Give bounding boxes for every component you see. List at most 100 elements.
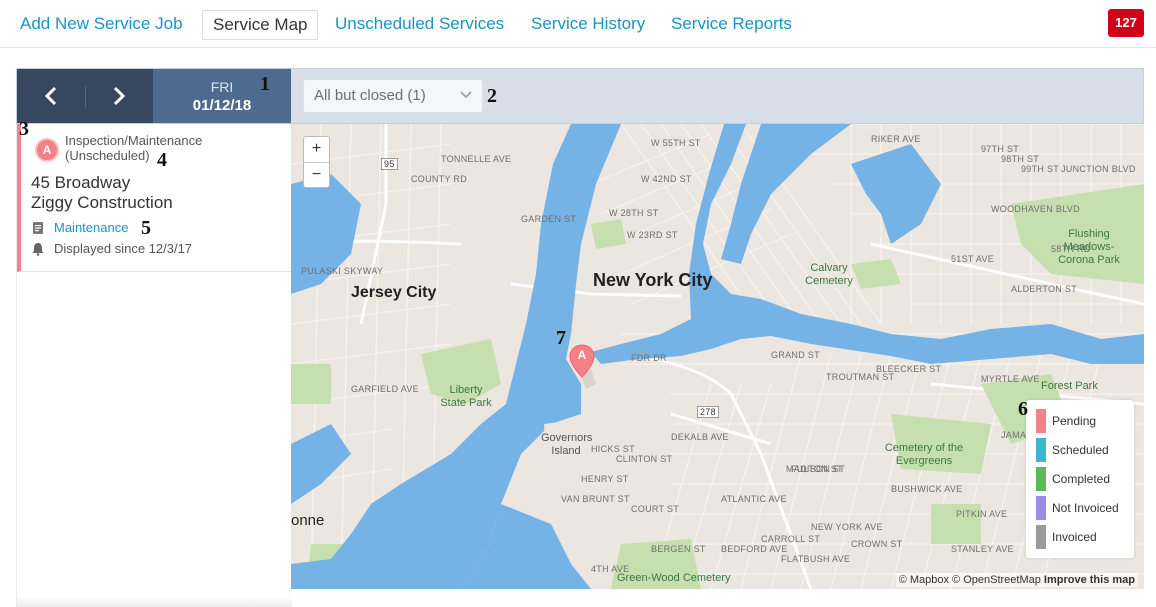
status-legend: Pending Scheduled Completed Not Invoiced…	[1026, 400, 1134, 558]
legend-item-scheduled: Scheduled	[1036, 438, 1109, 462]
map-attribution: © Mapbox © OpenStreetMap Improve this ma…	[895, 573, 1138, 587]
job-since-row: Displayed since 12/3/17	[31, 241, 192, 256]
legend-label: Completed	[1052, 472, 1111, 486]
street-label: PITKIN AVE	[956, 509, 1008, 519]
date-navigation	[17, 69, 153, 123]
street-label: NEW YORK AVE	[811, 522, 883, 532]
street-label: RIKER AVE	[871, 134, 921, 144]
area-label-evergreens: Cemetery of the Evergreens	[884, 442, 964, 467]
status-filter-select[interactable]: All but closed (1)	[303, 79, 483, 113]
street-label: 98TH ST	[1001, 154, 1040, 164]
annotation-number: 3	[19, 118, 29, 140]
street-label: W 23RD ST	[627, 230, 678, 240]
street-label: ALDERTON ST	[1011, 284, 1077, 294]
street-label: BUSHWICK AVE	[891, 484, 963, 494]
legend-label: Scheduled	[1052, 443, 1109, 457]
street-label: FLATBUSH AVE	[781, 554, 851, 564]
job-company: Ziggy Construction	[31, 193, 173, 212]
street-label: COURT ST	[631, 504, 680, 514]
zoom-out-button[interactable]: −	[304, 162, 329, 187]
street-label: GARFIELD AVE	[351, 384, 419, 394]
area-label-flushing: Flushing Meadows-Corona Park	[1058, 228, 1120, 266]
street-label: COUNTY RD	[411, 174, 468, 184]
job-displayed-since: Displayed since 12/3/17	[54, 241, 193, 256]
job-card[interactable]: A Inspection/Maintenance (Unscheduled) 4…	[17, 124, 292, 272]
street-label: 97TH ST	[981, 144, 1020, 154]
neighborhood-label: onne	[291, 512, 325, 529]
area-label-governors-island: Governors Island	[541, 432, 593, 457]
street-label: HENRY ST	[581, 474, 629, 484]
street-label: TROUTMAN ST	[826, 372, 895, 382]
street-label: MADISON ST	[786, 464, 846, 474]
street-label: DEKALB AVE	[671, 432, 729, 442]
date-picker[interactable]: FRI 01/12/18	[153, 69, 291, 123]
legend-label: Pending	[1052, 414, 1097, 428]
annotation-number: 4	[157, 149, 167, 171]
street-label: W 42ND ST	[641, 174, 692, 184]
street-label: FDR DR	[631, 353, 667, 363]
street-label: 51ST AVE	[951, 254, 995, 264]
street-label: HICKS ST	[591, 444, 635, 454]
date-day-of-week: FRI	[210, 79, 234, 95]
chevron-left-icon	[44, 86, 57, 106]
nav-service-map[interactable]: Service Map	[202, 10, 319, 40]
legend-label: Invoiced	[1052, 530, 1097, 544]
map-base[interactable]	[291, 124, 1144, 589]
nav-unscheduled-services[interactable]: Unscheduled Services	[335, 14, 504, 34]
highway-shield: 278	[697, 406, 719, 418]
street-label: CLINTON ST	[616, 454, 673, 464]
street-label: MYRTLE AVE	[981, 374, 1040, 384]
nav-service-reports[interactable]: Service Reports	[671, 14, 792, 34]
street-label: CROWN ST	[851, 539, 903, 549]
annotation-number: 7	[556, 327, 566, 349]
legend-item-not-invoiced: Not Invoiced	[1036, 496, 1119, 520]
job-sidebar: A Inspection/Maintenance (Unscheduled) 4…	[16, 124, 292, 607]
area-label-calvary: Calvary Cemetery	[805, 262, 853, 287]
chevron-down-icon	[460, 91, 472, 99]
legend-item-pending: Pending	[1036, 409, 1096, 433]
street-label: TONNELLE AVE	[441, 154, 512, 164]
city-label-jersey-city: Jersey City	[351, 284, 437, 301]
street-label: PULASKI SKYWAY	[301, 266, 384, 276]
area-label-liberty-park: Liberty State Park	[440, 384, 492, 409]
status-filter-value: All but closed (1)	[314, 87, 426, 104]
street-label: W 28TH ST	[609, 208, 659, 218]
next-day-button[interactable]	[85, 69, 153, 123]
legend-swatch	[1036, 525, 1046, 549]
document-icon	[33, 221, 43, 234]
job-map-pin[interactable]: A	[569, 344, 595, 378]
job-category-row: Maintenance	[31, 220, 128, 235]
bell-icon	[32, 242, 44, 256]
zoom-in-button[interactable]: +	[304, 137, 329, 162]
street-label: ATLANTIC AVE	[721, 494, 787, 504]
city-label-nyc: New York City	[593, 270, 713, 290]
legend-swatch	[1036, 409, 1046, 433]
service-map[interactable]: W 55TH ST W 42ND ST W 28TH ST W 23RD ST …	[291, 124, 1144, 589]
street-label: W 55TH ST	[651, 138, 701, 148]
sidebar-footer-shadow	[17, 597, 292, 607]
date-value: 01/12/18	[192, 97, 252, 114]
street-label: GRAND ST	[771, 350, 820, 360]
job-category-link[interactable]: Maintenance	[54, 220, 128, 235]
highway-shield: 95	[381, 158, 398, 170]
nav-add-new-service-job[interactable]: Add New Service Job	[20, 14, 183, 34]
annotation-number: 2	[487, 85, 497, 107]
legend-label: Not Invoiced	[1052, 501, 1119, 515]
map-toolbar: FRI 01/12/18 All but closed (1)	[16, 68, 1144, 124]
job-type: Inspection/Maintenance (Unscheduled)	[65, 133, 203, 163]
notification-badge[interactable]: 127	[1108, 9, 1144, 37]
attribution-text[interactable]: © Mapbox © OpenStreetMap	[899, 574, 1041, 586]
annotation-number: 6	[1018, 398, 1028, 420]
zoom-control: + −	[303, 136, 330, 188]
street-label: WOODHAVEN BLVD	[991, 204, 1080, 214]
area-label-green-wood: Green-Wood Cemetery	[617, 572, 731, 584]
nav-service-history[interactable]: Service History	[531, 14, 645, 34]
legend-item-invoiced: Invoiced	[1036, 525, 1097, 549]
street-label: VAN BRUNT ST	[561, 494, 630, 504]
street-label: STANLEY AVE	[951, 544, 1014, 554]
improve-map-link[interactable]: Improve this map	[1044, 574, 1135, 586]
chevron-right-icon	[113, 86, 126, 106]
street-label: JUNCTION BLVD	[1061, 164, 1136, 174]
map-pin-letter: A	[577, 348, 587, 362]
prev-day-button[interactable]	[17, 69, 85, 123]
